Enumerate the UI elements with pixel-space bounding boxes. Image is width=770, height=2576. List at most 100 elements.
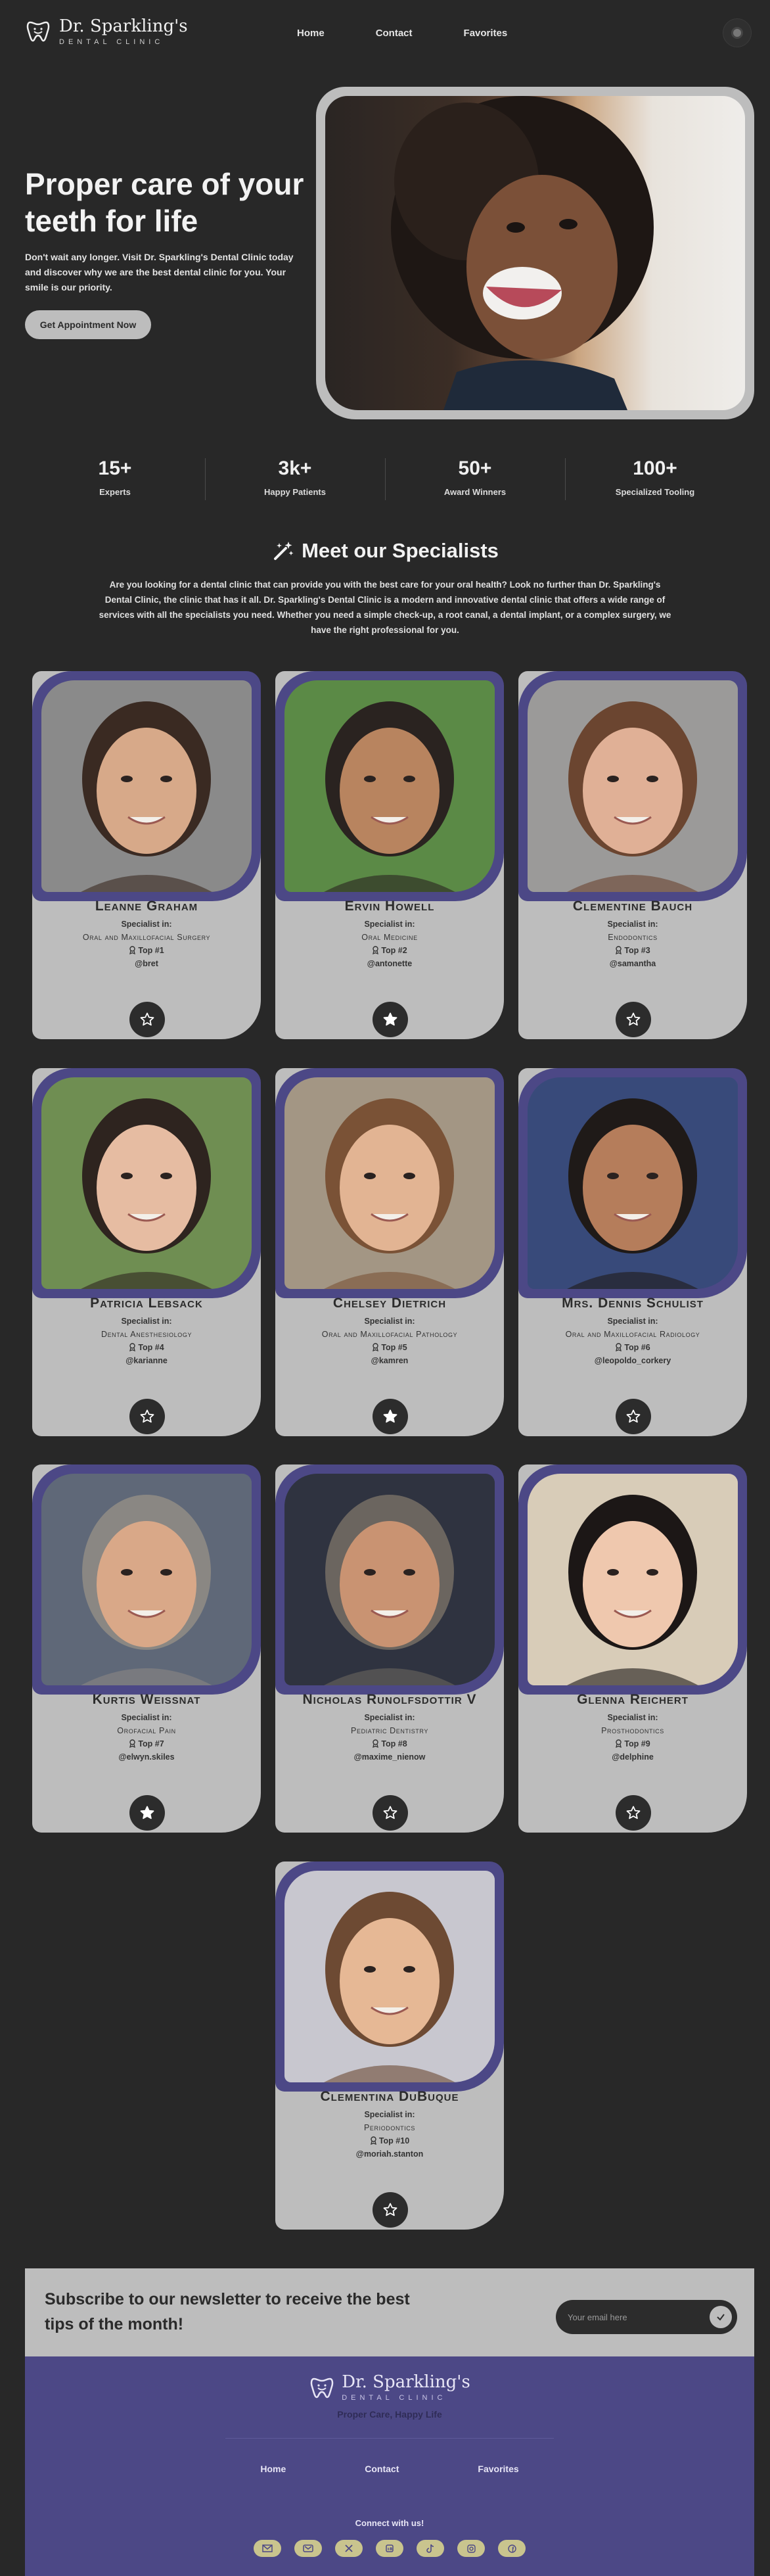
- specialist-in-label: Specialist in:: [607, 1317, 658, 1326]
- specialist-rank: Top #5: [275, 1343, 504, 1352]
- nav-home[interactable]: Home: [297, 28, 325, 39]
- star-icon: [626, 1012, 641, 1026]
- theme-toggle-button[interactable]: [723, 18, 752, 47]
- specialist-field: Orofacial Pain: [117, 1726, 176, 1735]
- favorite-button[interactable]: [616, 1795, 651, 1831]
- award-icon: [373, 946, 379, 955]
- footer-nav-contact[interactable]: Contact: [365, 2464, 399, 2474]
- award-icon: [616, 946, 622, 955]
- footer-nav-favorites[interactable]: Favorites: [478, 2464, 518, 2474]
- star-icon: [626, 1409, 641, 1423]
- specialist-photo: [284, 1871, 495, 2082]
- specialist-rank: Top #6: [518, 1343, 747, 1352]
- star-icon: [383, 1409, 397, 1423]
- specialist-field: Oral and Maxillofacial Surgery: [82, 933, 211, 942]
- footer-divider: [225, 2438, 554, 2439]
- specialist-handle: @moriah.stanton: [355, 2149, 424, 2159]
- award-icon: [373, 1343, 379, 1352]
- specialist-photo-frame: [275, 1068, 504, 1298]
- stat-experts: 15+ Experts: [25, 456, 205, 503]
- favorite-button[interactable]: [373, 1399, 408, 1434]
- connect-label: Connect with us!: [355, 2518, 424, 2528]
- specialist-in-label: Specialist in:: [121, 1713, 172, 1722]
- hero-image-frame: [316, 87, 754, 419]
- award-icon: [129, 946, 136, 955]
- award-icon: [370, 2136, 376, 2145]
- favorite-button[interactable]: [616, 1399, 651, 1434]
- specialist-card: Kurtis Weissnat Specialist in: Orofacial…: [32, 1464, 261, 1833]
- logo[interactable]: Dr. Sparkling's DENTAL CLINIC: [25, 18, 188, 46]
- stat-value: 50+: [458, 457, 492, 479]
- specialist-card: Nicholas Runolfsdottir V Specialist in: …: [275, 1464, 504, 1833]
- specialist-info: Clementine Bauch Specialist in: Endodont…: [518, 899, 747, 968]
- favorite-button[interactable]: [373, 1002, 408, 1037]
- specialist-name: Clementine Bauch: [572, 899, 693, 914]
- award-icon: [129, 1739, 136, 1748]
- nav-contact[interactable]: Contact: [376, 28, 413, 39]
- specialists-title: Meet our Specialists: [0, 539, 770, 563]
- email-input[interactable]: [568, 2300, 699, 2334]
- specialist-rank-text: Top #4: [138, 1343, 164, 1352]
- get-appointment-button[interactable]: Get Appointment Now: [25, 310, 151, 339]
- specialist-photo-frame: [275, 671, 504, 901]
- footer-nav: Home Contact Favorites: [25, 2464, 754, 2474]
- social-linkedin[interactable]: [376, 2540, 403, 2557]
- specialist-rank: Top #9: [518, 1739, 747, 1748]
- specialist-rank: Top #8: [275, 1739, 504, 1748]
- social-instagram[interactable]: [457, 2540, 485, 2557]
- specialist-card: Clementina DuBuque Specialist in: Period…: [275, 1862, 504, 2230]
- specialist-info: Chelsey Dietrich Specialist in: Oral and…: [275, 1296, 504, 1365]
- main-nav: Home Contact Favorites: [297, 28, 507, 39]
- envelope-icon: [303, 2544, 313, 2552]
- favorite-button[interactable]: [129, 1002, 165, 1037]
- specialists-title-text: Meet our Specialists: [302, 539, 499, 562]
- favorite-button[interactable]: [129, 1399, 165, 1434]
- specialist-card: Patricia Lebsack Specialist in: Dental A…: [32, 1068, 261, 1436]
- favorite-button[interactable]: [373, 2192, 408, 2228]
- nav-favorites[interactable]: Favorites: [464, 28, 508, 39]
- specialist-info: Kurtis Weissnat Specialist in: Orofacial…: [32, 1692, 261, 1762]
- specialist-photo: [528, 680, 738, 892]
- specialist-photo-frame: [32, 671, 261, 901]
- specialist-rank-text: Top #6: [624, 1343, 650, 1352]
- specialist-card: Clementine Bauch Specialist in: Endodont…: [518, 671, 747, 1039]
- favorite-button[interactable]: [129, 1795, 165, 1831]
- social-links: [25, 2540, 754, 2557]
- tooth-logo-icon: [26, 21, 50, 42]
- footer-nav-home[interactable]: Home: [260, 2464, 286, 2474]
- star-icon: [140, 1409, 154, 1423]
- hero-photo: [325, 96, 745, 410]
- specialist-in-label: Specialist in:: [607, 1713, 658, 1722]
- specialist-photo-frame: [32, 1464, 261, 1695]
- specialist-rank: Top #10: [275, 2136, 504, 2145]
- stat-label: Award Winners: [443, 487, 507, 497]
- social-mail[interactable]: [254, 2540, 281, 2557]
- specialist-field: Dental Anesthesiology: [101, 1330, 192, 1339]
- favorite-button[interactable]: [616, 1002, 651, 1037]
- subscribe-button[interactable]: [710, 2306, 732, 2328]
- social-x[interactable]: [335, 2540, 363, 2557]
- site-footer: Dr. Sparkling's DENTAL CLINIC Proper Car…: [25, 2356, 754, 2576]
- favorite-button[interactable]: [373, 1795, 408, 1831]
- specialist-field: Oral Medicine: [361, 933, 418, 942]
- stat-value: 100+: [633, 457, 677, 479]
- specialist-in-label: Specialist in:: [121, 920, 172, 929]
- stat-label: Happy Patients: [264, 487, 326, 497]
- specialist-photo: [284, 1077, 495, 1289]
- star-icon: [383, 2203, 397, 2216]
- specialist-in-label: Specialist in:: [364, 920, 415, 929]
- specialist-handle: @leopoldo_corkery: [594, 1356, 671, 1365]
- social-tiktok[interactable]: [417, 2540, 444, 2557]
- specialist-name: Nicholas Runolfsdottir V: [302, 1692, 477, 1707]
- specialist-in-label: Specialist in:: [364, 1713, 415, 1722]
- specialist-rank-text: Top #3: [624, 946, 650, 955]
- footer-logo[interactable]: Dr. Sparkling's DENTAL CLINIC: [25, 2374, 754, 2402]
- social-envelope[interactable]: [294, 2540, 322, 2557]
- facebook-icon: [507, 2544, 516, 2553]
- specialist-photo-frame: [32, 1068, 261, 1298]
- social-facebook[interactable]: [498, 2540, 526, 2557]
- stat-label: Specialized Tooling: [615, 487, 695, 497]
- specialist-photo-frame: [518, 1068, 747, 1298]
- specialist-name: Leanne Graham: [95, 899, 198, 914]
- brand-tagline: DENTAL CLINIC: [342, 2394, 447, 2402]
